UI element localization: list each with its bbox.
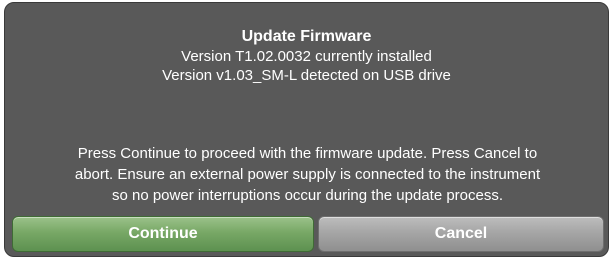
cancel-button-label: Cancel (434, 225, 488, 242)
message-line: Press Continue to proceed with the firmw… (77, 145, 538, 162)
cancel-button[interactable]: Cancel (318, 216, 604, 252)
dialog-title: Update Firmware (241, 28, 372, 45)
continue-button-label: Continue (128, 225, 198, 242)
update-firmware-dialog: Update Firmware Version T1.02.0032 curre… (4, 2, 609, 257)
continue-button[interactable]: Continue (12, 216, 314, 252)
message-line: abort. Ensure an external power supply i… (74, 166, 541, 183)
dialog-message: Press Continue to proceed with the firmw… (11, 143, 604, 206)
dialog-header: Update Firmware Version T1.02.0032 curre… (5, 27, 608, 85)
message-line: so no power interruptions occur during t… (111, 187, 504, 204)
installed-version-text: Version T1.02.0032 currently installed (181, 48, 432, 65)
detected-version-text: Version v1.03_SM-L detected on USB drive (162, 67, 451, 84)
